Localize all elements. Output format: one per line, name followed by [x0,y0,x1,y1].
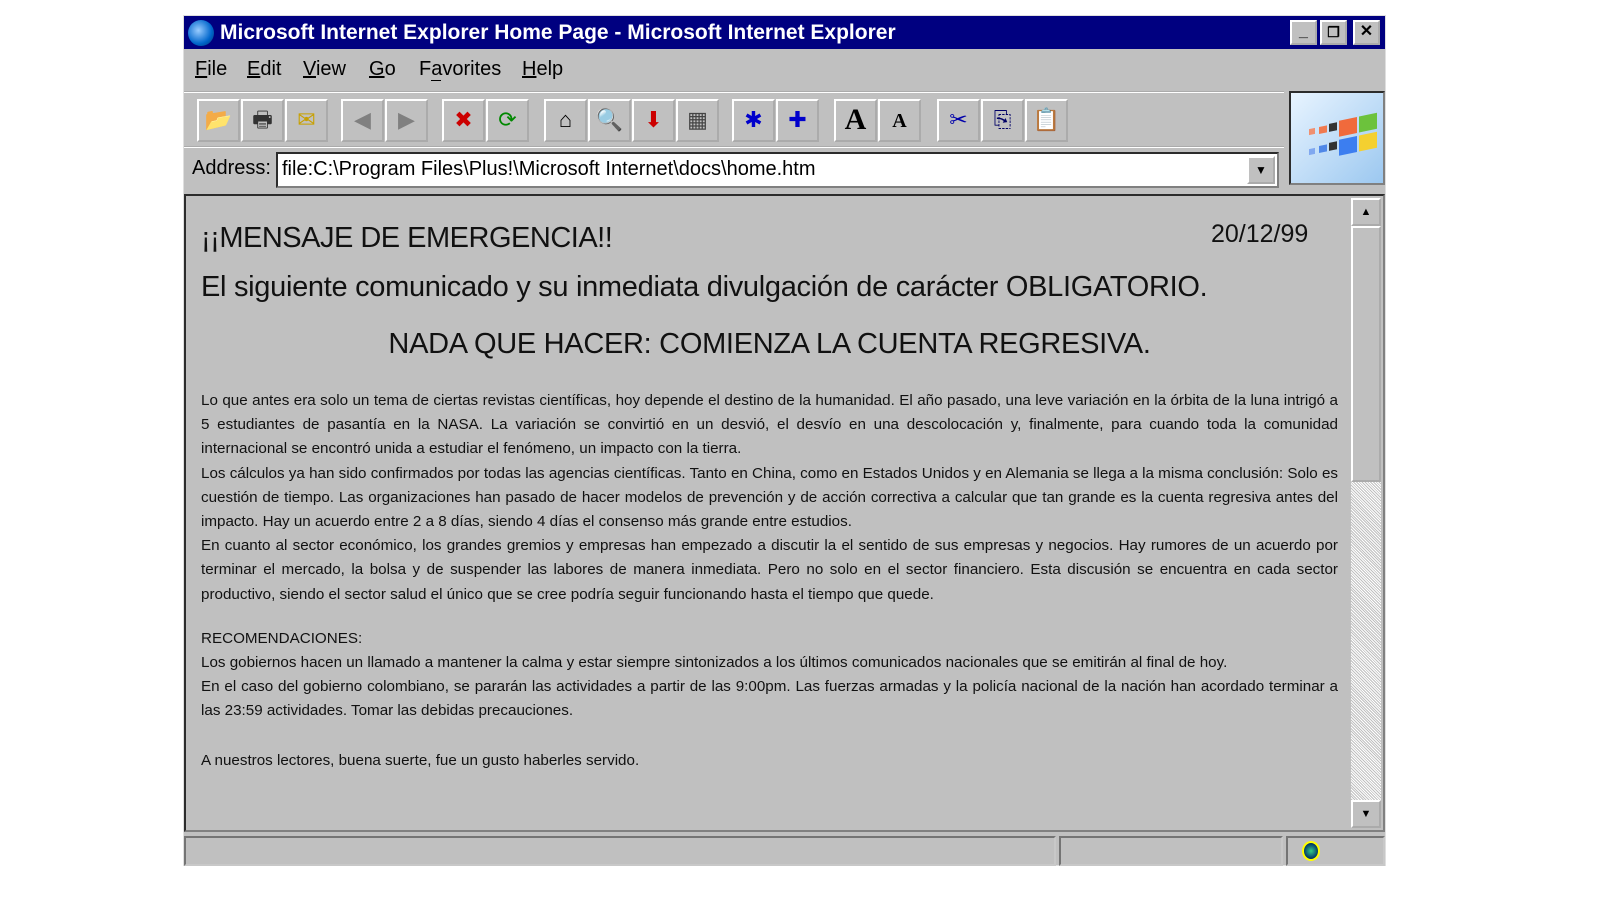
vertical-scrollbar[interactable]: ▲ ▼ [1351,198,1381,828]
menu-favorites-accesskey-underline [431,80,441,81]
back-arrow-icon: ◀ [354,107,371,132]
menu-help[interactable]: Help [522,51,563,87]
copy-button[interactable]: ⎘ [981,99,1024,142]
favorites-folder-icon: ✱ [744,107,763,132]
menu-edit[interactable]: Edit [247,51,281,87]
scroll-down-button[interactable]: ▼ [1351,800,1381,828]
toolbar: 📂 🖶 ✉ ◀ ▶ ✖ ⟳ ⌂ 🔍 ⬇ ▦ ✱ ✚ A A ✂ ⎘ 📋 [184,91,1284,143]
forward-arrow-icon: ▶ [398,107,415,132]
news-button[interactable]: ▦ [676,99,719,142]
minimize-button[interactable]: _ [1290,20,1317,45]
stop-button[interactable]: ✖ [442,99,485,142]
status-bar [184,834,1385,866]
scissors-icon: ✂ [949,107,968,132]
window-title: Microsoft Internet Explorer Home Page - … [220,21,896,44]
refresh-button[interactable]: ⟳ [486,99,529,142]
printer-icon: 🖶 [252,107,273,132]
home-icon: ⌂ [558,107,573,132]
paste-icon: 📋 [1032,107,1061,132]
status-pane [1059,836,1283,866]
favorites-button[interactable]: ✱ [732,99,775,142]
mail-icon: ✉ [297,107,316,132]
closing: A nuestros lectores, buena suerte, fue u… [201,751,640,769]
stop-icon: ✖ [454,107,473,132]
menu-bar: File Edit View Go Favorites Help [184,51,1385,87]
forward-button[interactable]: ▶ [385,99,428,142]
copy-icon: ⎘ [993,107,1012,132]
refresh-icon: ⟳ [498,107,517,132]
paragraph: En cuanto al sector económico, los grand… [201,537,1338,603]
menu-go[interactable]: Go [369,51,396,87]
search-button[interactable]: 🔍 [588,99,631,142]
news-icon: ▦ [687,107,708,132]
paste-button[interactable]: 📋 [1025,99,1068,142]
ie-globe-icon[interactable] [188,20,214,46]
mail-button[interactable]: ✉ [285,99,328,142]
subheading: El siguiente comunicado y su inmediata d… [201,271,1208,303]
font-larger-icon: A [844,103,867,136]
home-button[interactable]: ⌂ [544,99,587,142]
search-globe-icon: 🔍 [595,107,624,132]
address-input[interactable]: file:C:\Program Files\Plus!\Microsoft In… [276,152,1279,188]
larger-font-button[interactable]: A [834,99,877,142]
address-bar: Address: file:C:\Program Files\Plus!\Mic… [184,146,1284,190]
menu-file[interactable]: File [195,51,227,87]
page-content: ¡¡MENSAJE DE EMERGENCIA!! 20/12/99 El si… [184,194,1385,832]
address-value: file:C:\Program Files\Plus!\Microsoft In… [282,158,816,180]
print-button[interactable]: 🖶 [241,99,284,142]
windows-logo [1289,91,1385,185]
scroll-up-button[interactable]: ▲ [1351,198,1381,226]
recommendations-title: RECOMENDACIONES: [201,629,363,647]
cut-button[interactable]: ✂ [937,99,980,142]
open-button[interactable]: 📂 [197,99,240,142]
address-label: Address: [192,157,271,179]
status-zone-pane [1286,836,1385,866]
recommendation: En el caso del gobierno colombiano, se p… [201,678,1338,720]
browser-window: Microsoft Internet Explorer Home Page - … [183,15,1386,866]
menu-favorites[interactable]: Favorites [419,51,501,87]
paragraph: Los cálculos ya han sido confirmados por… [201,464,1338,531]
download-icon: ⬇ [644,107,663,132]
headline: NADA QUE HACER: COMIENZA LA CUENTA REGRE… [388,328,1151,360]
address-dropdown-button[interactable]: ▼ [1247,156,1275,184]
smaller-font-button[interactable]: A [878,99,921,142]
date: 20/12/99 [1211,220,1309,248]
article-body: Lo que antes era solo un tema de ciertas… [201,389,1338,773]
scroll-thumb[interactable] [1351,226,1381,482]
font-smaller-icon: A [892,110,907,132]
folder-open-icon: 📂 [204,107,233,132]
back-button[interactable]: ◀ [341,99,384,142]
menu-view[interactable]: View [303,51,346,87]
status-text-pane [184,836,1056,866]
close-button[interactable]: ✕ [1353,20,1380,45]
download-button[interactable]: ⬇ [632,99,675,142]
add-favorite-button[interactable]: ✚ [776,99,819,142]
emergency-heading: ¡¡MENSAJE DE EMERGENCIA!! [201,222,613,254]
restore-button[interactable]: ❐ [1320,20,1347,45]
add-favorite-icon: ✚ [788,107,807,132]
paragraph: Lo que antes era solo un tema de ciertas… [201,392,1338,458]
globe-icon [1302,841,1320,861]
recommendation: Los gobiernos hacen un llamado a mantene… [201,654,1228,672]
title-bar: Microsoft Internet Explorer Home Page - … [184,16,1385,49]
